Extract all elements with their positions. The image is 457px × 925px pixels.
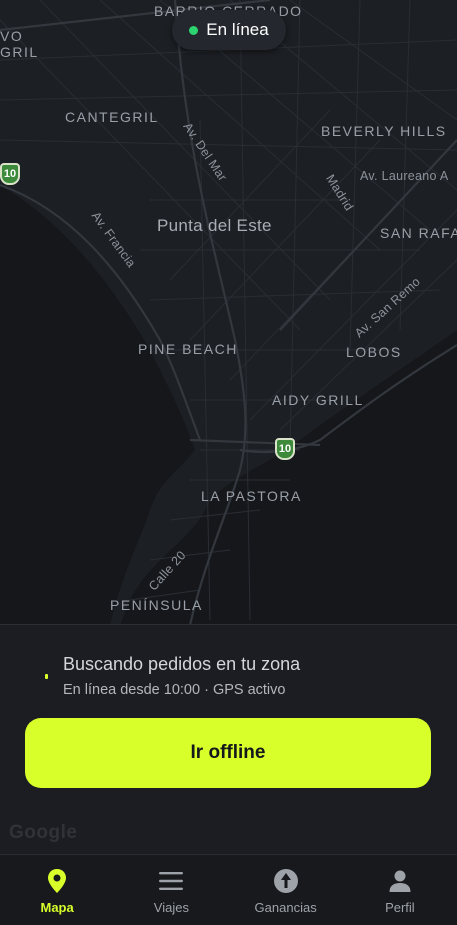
- map-label-aidy-grill: AIDY GRILL: [272, 392, 364, 408]
- map-label-vo: VO: [0, 28, 24, 44]
- map-pin-icon: [43, 867, 71, 895]
- map-label-san-rafael: SAN RAFA: [380, 225, 457, 241]
- online-dot-icon: [189, 25, 199, 35]
- online-status-label: En línea: [206, 20, 269, 39]
- map-label-beverly-hills: BEVERLY HILLS: [321, 123, 447, 139]
- online-status-pill[interactable]: En línea: [172, 10, 286, 50]
- map-label-cantegril: CANTEGRIL: [65, 109, 159, 125]
- tab-perfil[interactable]: Perfil: [343, 855, 457, 925]
- tab-ganancias[interactable]: Ganancias: [229, 855, 343, 925]
- tab-viajes[interactable]: Viajes: [114, 855, 228, 925]
- status-panel: Buscando pedidos en tu zona En línea des…: [0, 624, 457, 855]
- go-offline-button[interactable]: Ir offline: [25, 718, 431, 788]
- route-shield: 10: [0, 163, 20, 185]
- panel-subtitle: En línea desde 10:00 · GPS activo: [63, 682, 286, 698]
- person-icon: [386, 867, 414, 895]
- map-label-punta-del-este: Punta del Este: [157, 216, 272, 235]
- tab-mapa[interactable]: Mapa: [0, 855, 114, 925]
- list-icon: [157, 867, 185, 895]
- tab-label: Mapa: [40, 900, 74, 915]
- map-view[interactable]: BARRIO CERRADO VO GRIL CANTEGRIL Av. Del…: [0, 0, 457, 625]
- map-label-peninsula: PENÍNSULA: [110, 597, 203, 613]
- tab-label: Perfil: [385, 900, 415, 915]
- tab-label: Ganancias: [254, 900, 317, 915]
- map-label-pine-beach: PINE BEACH: [138, 341, 238, 357]
- tab-label: Viajes: [153, 900, 189, 915]
- panel-title: Buscando pedidos en tu zona: [63, 654, 301, 674]
- map-label-lobos: LOBOS: [346, 344, 402, 360]
- map-label-gril: GRIL: [0, 44, 39, 60]
- google-attribution: Google: [9, 822, 78, 843]
- earnings-icon: [272, 867, 300, 895]
- route-shield: 10: [275, 438, 295, 460]
- bottom-tab-bar: Mapa Viajes Ganancias Perfil: [0, 854, 457, 925]
- map-label-av-laureano: Av. Laureano A: [360, 169, 449, 183]
- searching-indicator: [45, 674, 48, 679]
- map-label-la-pastora: LA PASTORA: [201, 488, 302, 504]
